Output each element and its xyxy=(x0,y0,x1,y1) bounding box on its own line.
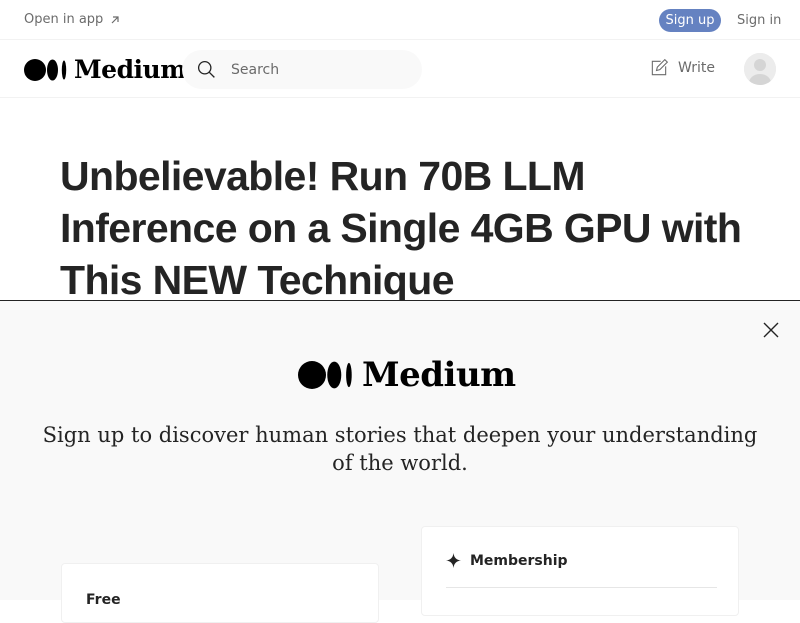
top-bar: Open in app Sign up Sign in xyxy=(0,0,800,40)
search-input[interactable] xyxy=(229,59,403,81)
medium-logo-icon xyxy=(24,58,67,81)
medium-logo-icon xyxy=(298,361,352,389)
site-header: Medium Write xyxy=(0,40,800,98)
modal-medium-logo: Medium xyxy=(298,355,516,395)
divider xyxy=(446,587,717,588)
search-bar[interactable] xyxy=(182,50,422,89)
free-plan-label: Free xyxy=(86,592,121,608)
open-in-app-link[interactable]: Open in app xyxy=(24,12,121,27)
open-in-app-label: Open in app xyxy=(24,12,104,27)
avatar-icon xyxy=(744,53,776,85)
membership-label: Membership xyxy=(470,553,568,569)
free-plan-card[interactable]: Free xyxy=(61,563,379,623)
close-icon[interactable] xyxy=(762,321,780,339)
medium-logo[interactable]: Medium xyxy=(24,55,187,84)
sign-in-link[interactable]: Sign in xyxy=(737,13,781,28)
write-button[interactable]: Write xyxy=(649,58,715,78)
avatar[interactable] xyxy=(744,53,776,85)
write-icon xyxy=(651,58,669,76)
article-title: Unbelievable! Run 70B LLM Inference on a… xyxy=(60,153,742,303)
modal-logo-wordmark: Medium xyxy=(362,355,516,395)
sparkle-icon xyxy=(446,553,461,568)
signup-modal: Medium Sign up to discover human stories… xyxy=(0,300,800,623)
arrow-up-right-icon xyxy=(111,15,119,23)
modal-tagline: Sign up to discover human stories that d… xyxy=(42,423,758,475)
sign-up-button[interactable]: Sign up xyxy=(659,9,721,32)
logo-wordmark: Medium xyxy=(74,55,187,84)
search-icon xyxy=(197,60,215,78)
membership-plan-card[interactable]: Membership xyxy=(421,526,739,616)
write-label: Write xyxy=(678,60,715,76)
